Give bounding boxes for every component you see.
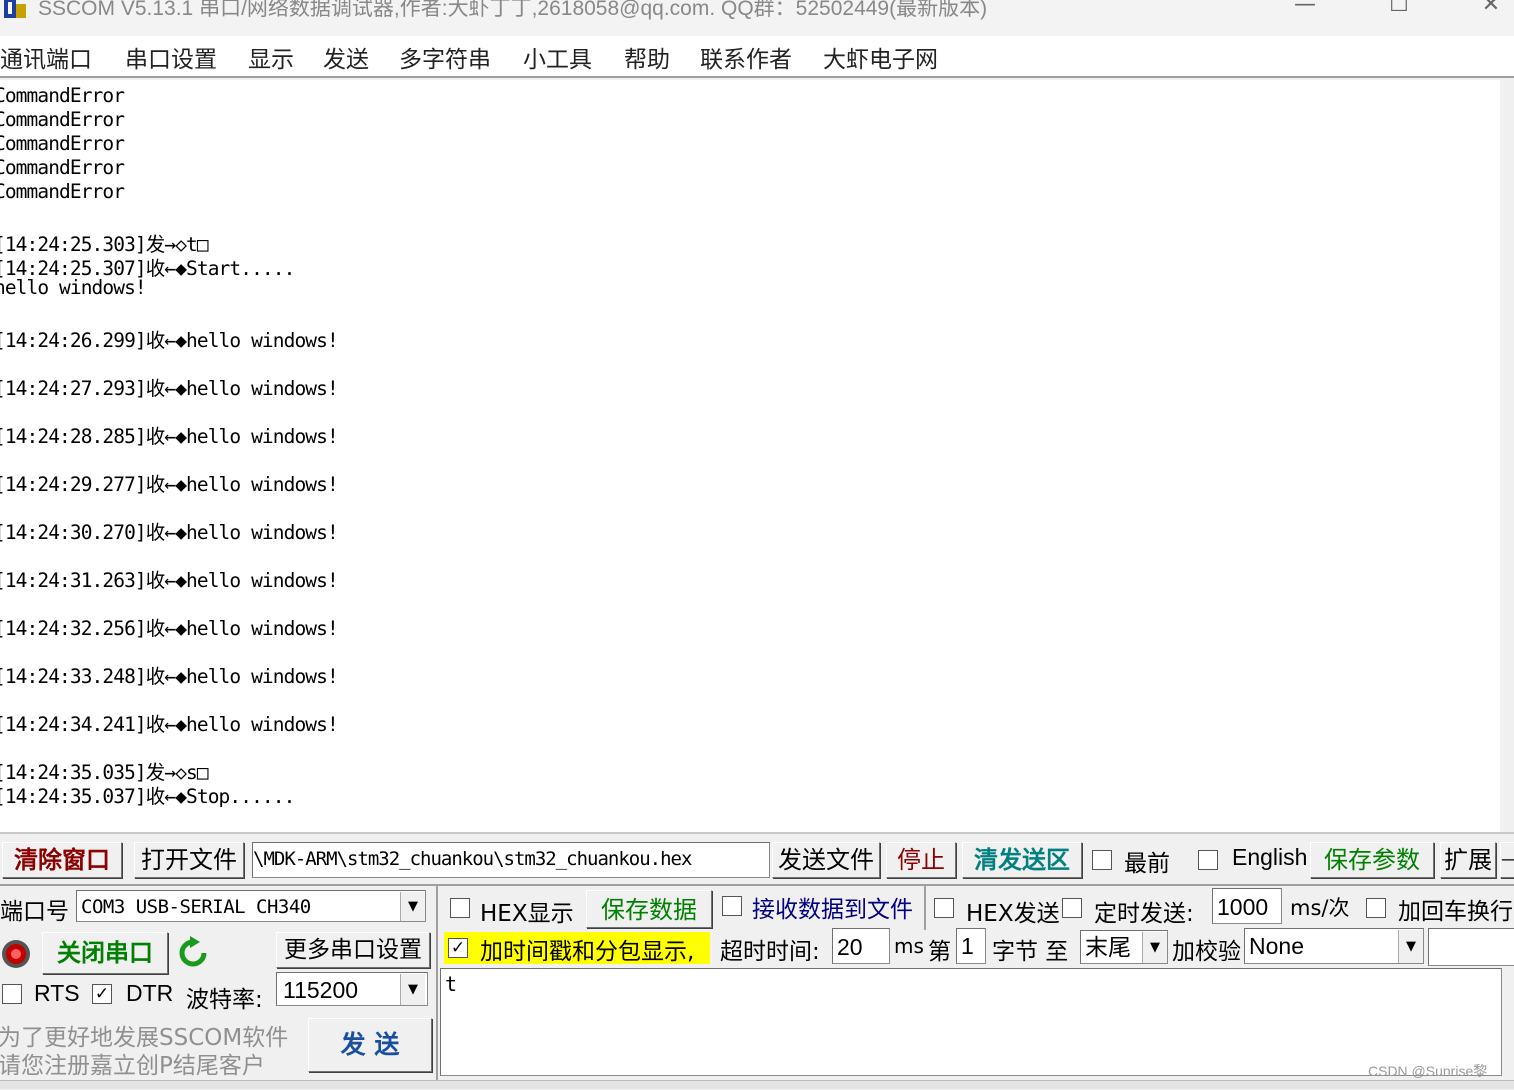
byte-from-input[interactable]: 1 [956,928,986,964]
checksum-label: 加校验 [1172,939,1241,965]
chevron-down-icon[interactable]: ▼ [1398,930,1423,963]
send-file-button[interactable]: 发送文件 [772,842,880,878]
timeout-unit: ms [894,934,924,958]
clear-window-button[interactable]: 清除窗口 [2,842,122,878]
dtr-label: DTR [126,980,174,1006]
receive-line: CommandError [0,84,125,107]
title-bar: SSCOM V5.13.1 串口/网络数据调试器,作者:大虾丁丁,2618058… [0,0,1514,36]
send-textarea[interactable]: t [440,968,1502,1076]
more-port-settings-button[interactable]: 更多串口设置 [276,932,430,968]
hex-display-label: HEX显示 [480,901,574,927]
hex-send-checkbox[interactable] [934,898,954,918]
send-button[interactable]: 发 送 [308,1018,432,1072]
send-scrollbar[interactable] [1502,968,1514,1076]
receive-line: hello windows! [0,276,147,299]
add-crlf-label: 加回车换行 [1398,899,1513,925]
collapse-button[interactable]: — [1500,842,1514,878]
receive-line: [14:24:26.299]收←◆hello windows! [0,329,339,352]
timed-send-label: 定时发送: [1094,901,1194,927]
receive-line: [14:24:27.293]收←◆hello windows! [0,377,339,400]
timeout-input[interactable]: 20 [832,928,890,964]
chevron-down-icon[interactable]: ▼ [400,892,425,921]
menu-display[interactable]: 显示 [248,40,294,74]
english-checkbox[interactable] [1198,850,1218,870]
receive-line: [14:24:32.256]收←◆hello windows! [0,617,339,640]
receive-line: [14:24:28.285]收←◆hello windows! [0,425,339,448]
byte-to-label: 字节 至 [992,939,1069,965]
timestamp-checkbox[interactable]: ✓ [448,938,468,958]
receive-scrollbar[interactable] [1500,80,1514,832]
menu-comm-port[interactable]: 通讯端口 [0,40,92,74]
recv-to-file-label[interactable]: 接收数据到文件 [752,890,913,924]
chevron-down-icon[interactable]: ▼ [1142,932,1167,963]
topmost-label: 最前 [1124,851,1170,877]
recv-to-file-checkbox[interactable] [722,896,742,916]
port-label: 端口号 [0,899,69,925]
receive-line: CommandError [0,180,125,203]
clear-send-button[interactable]: 清发送区 [962,842,1082,878]
minimize-button[interactable]: — [1282,0,1328,22]
add-crlf-checkbox[interactable] [1366,898,1386,918]
receive-line: [14:24:34.241]收←◆hello windows! [0,713,339,736]
window-title: SSCOM V5.13.1 串口/网络数据调试器,作者:大虾丁丁,2618058… [38,0,988,20]
open-file-button[interactable]: 打开文件 [134,842,244,878]
close-port-button[interactable]: 关闭串口 [42,932,168,974]
extra-field[interactable] [1428,928,1514,966]
close-button[interactable]: ✕ [1468,0,1514,22]
baud-label: 波特率: [186,987,263,1013]
menu-send[interactable]: 发送 [323,40,369,74]
rts-label: RTS [34,980,80,1006]
menu-help[interactable]: 帮助 [624,40,670,74]
dtr-checkbox[interactable]: ✓ [92,984,112,1004]
divider [436,886,438,1080]
interval-input[interactable]: 1000 [1212,888,1282,924]
menu-tools[interactable]: 小工具 [523,40,592,74]
menu-serial-settings[interactable]: 串口设置 [125,40,217,74]
menu-bar: 通讯端口 串口设置 显示 发送 多字符串 小工具 帮助 联系作者 大虾电子网 [0,36,1514,78]
hex-send-label: HEX发送 [966,901,1060,927]
receive-line: [14:24:29.277]收←◆hello windows! [0,473,339,496]
receive-line: [14:24:30.270]收←◆hello windows! [0,521,339,544]
timed-send-checkbox[interactable] [1062,898,1082,918]
app-icon [2,0,32,20]
byte-from-label: 第 [928,939,951,965]
receive-line: CommandError [0,108,125,131]
receive-line: [14:24:31.263]收←◆hello windows! [0,569,339,592]
stop-button[interactable]: 停止 [886,842,956,878]
menu-multi-string[interactable]: 多字符串 [399,40,491,74]
english-label: English [1232,844,1308,870]
timeout-label: 超时时间: [720,939,820,965]
expand-button[interactable]: 扩展 [1440,842,1496,878]
divider [924,886,926,930]
port-status-icon [0,938,32,970]
receive-textarea[interactable]: CommandError CommandError CommandError Comm… [0,80,1500,832]
menu-daxia-site[interactable]: 大虾电子网 [823,40,938,74]
receive-line: CommandError [0,132,125,155]
promo-text-line2: 请您注册嘉立创P结尾客户 [0,1053,265,1079]
save-params-button[interactable]: 保存参数 [1310,842,1434,878]
save-data-button[interactable]: 保存数据 [586,890,712,928]
rts-checkbox[interactable] [2,984,22,1004]
receive-line: [14:24:35.037]收←◆Stop...... [0,785,295,808]
hex-display-checkbox[interactable] [450,898,470,918]
menu-contact-author[interactable]: 联系作者 [700,40,792,74]
interval-unit: ms/次 [1290,896,1350,920]
watermark: CSDN @Sunrise黎 [1368,1063,1488,1079]
receive-line: CommandError [0,156,125,179]
receive-line: [14:24:33.248]收←◆hello windows! [0,665,339,688]
checksum-select[interactable]: None [1244,928,1424,964]
timestamp-label: 加时间戳和分包显示, [480,939,695,965]
divider [0,884,1514,886]
chevron-down-icon[interactable]: ▼ [400,974,425,1005]
port-select[interactable]: COM3 USB-SERIAL CH340 [76,890,426,922]
maximize-button[interactable]: ☐ [1376,0,1422,22]
refresh-icon[interactable] [176,936,210,970]
file-path-field[interactable]: \MDK-ARM\stm32_chuankou\stm32_chuankou.h… [252,842,770,878]
topmost-checkbox[interactable] [1092,850,1112,870]
